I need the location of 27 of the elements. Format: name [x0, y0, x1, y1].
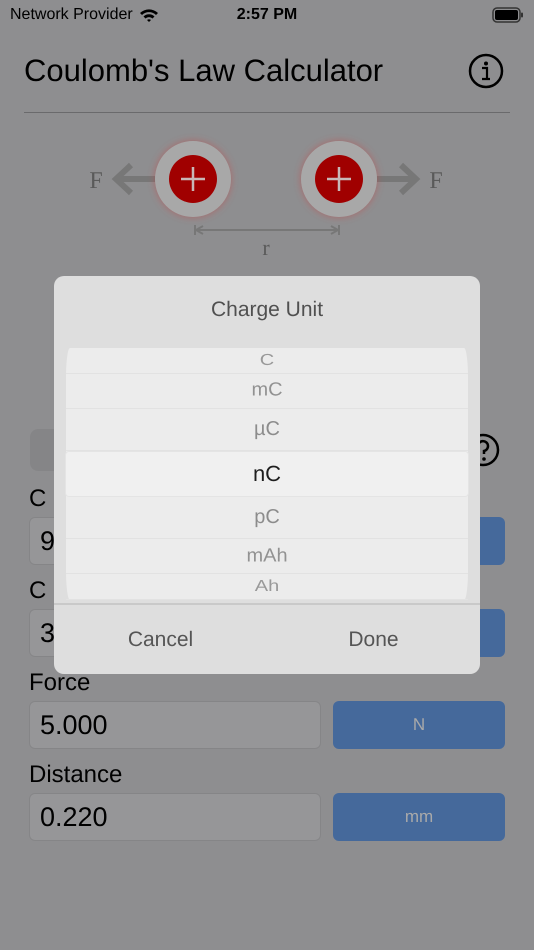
- input-field[interactable]: 5.000: [29, 701, 321, 749]
- positive-charge-icon: [301, 141, 377, 217]
- unit-option[interactable]: mC: [251, 380, 283, 402]
- positive-charge-icon: [155, 141, 231, 217]
- unit-button[interactable]: mm: [333, 793, 505, 841]
- unit-option[interactable]: mAh: [246, 545, 288, 568]
- unit-option[interactable]: µC: [254, 418, 280, 441]
- field-label: Distance: [29, 760, 122, 790]
- field-label: C: [29, 484, 46, 514]
- unit-option[interactable]: nC: [252, 460, 282, 487]
- force-arrow: [112, 162, 158, 196]
- app-title: Coulomb's Law Calculator: [24, 53, 384, 89]
- unit-option[interactable]: pC: [254, 506, 280, 530]
- input-field[interactable]: 0.220: [29, 793, 321, 841]
- force-arrow: [374, 162, 420, 196]
- wifi-icon: [138, 8, 159, 22]
- clock-time: 2:57 PM: [236, 6, 298, 23]
- unit-option[interactable]: Ah: [254, 577, 280, 596]
- field-label: C: [29, 576, 46, 606]
- done-button[interactable]: Done: [267, 605, 480, 674]
- picker-title: Charge Unit: [210, 297, 324, 323]
- unit-button[interactable]: N: [333, 701, 505, 749]
- unit-wheel[interactable]: C mC µC nC pC mAh Ah: [66, 348, 468, 600]
- unit-option[interactable]: C: [260, 351, 274, 370]
- info-icon[interactable]: [468, 53, 504, 89]
- battery-icon: [492, 7, 524, 23]
- carrier-name: Network Provider: [10, 6, 133, 24]
